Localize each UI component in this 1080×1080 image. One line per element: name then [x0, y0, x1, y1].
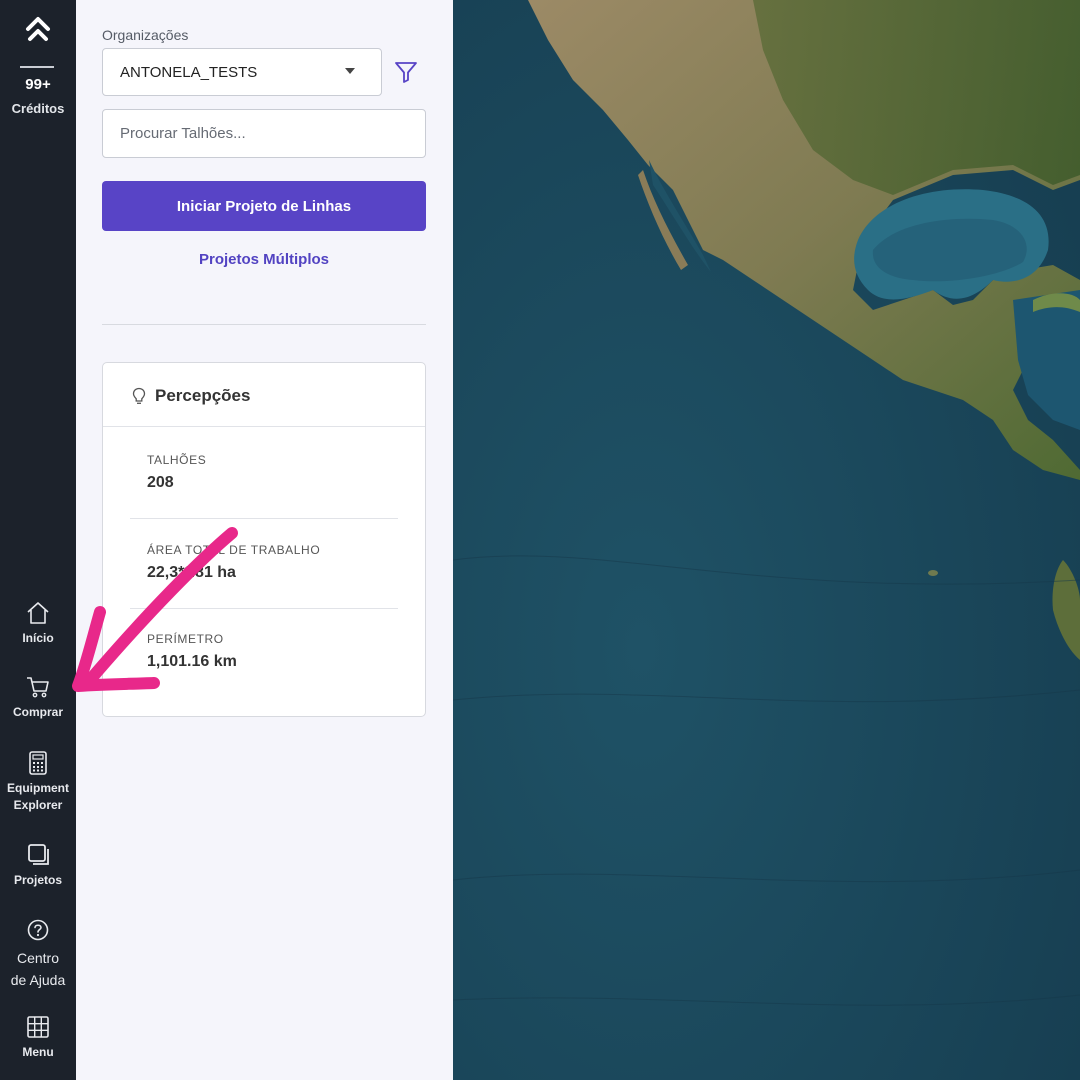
- app-logo-icon[interactable]: [24, 14, 52, 44]
- side-panel: Organizações ANTONELA_TESTS Iniciar Proj…: [76, 0, 453, 1080]
- stat-perimeter: PERÍMETRO 1,101.16 km: [147, 632, 237, 671]
- stat-total-area: ÁREA TOTAL DE TRABALHO 22,3**.81 ha: [147, 543, 320, 582]
- nav-label-inicio: Início: [22, 631, 54, 645]
- nav-label-centro-de-ajuda: Centro de Ajuda: [10, 950, 66, 988]
- insights-card: Percepções TALHÕES 208 ÁREA TOTAL DE TRA…: [102, 362, 426, 717]
- stat-fields: TALHÕES 208: [147, 453, 206, 492]
- search-fields-input[interactable]: [102, 109, 426, 158]
- nav-item-comprar[interactable]: Comprar: [0, 674, 76, 721]
- nav-item-menu[interactable]: Menu: [0, 1014, 76, 1061]
- help-icon: [27, 919, 49, 941]
- filter-icon[interactable]: [394, 60, 418, 84]
- stat-label: PERÍMETRO: [147, 632, 224, 646]
- map-imagery: [453, 0, 1080, 1080]
- stat-divider: [130, 518, 398, 519]
- calculator-icon: [29, 751, 47, 775]
- start-lines-project-button[interactable]: Iniciar Projeto de Linhas: [102, 181, 426, 231]
- rail-divider: [20, 66, 54, 68]
- stat-value: 1,101.16 km: [147, 653, 237, 670]
- organization-label: Organizações: [102, 27, 189, 43]
- nav-label-equipment-explorer: Equipment Explorer: [7, 781, 69, 812]
- grid-icon: [27, 1016, 49, 1038]
- credits-label[interactable]: Créditos: [0, 101, 76, 116]
- lightbulb-icon: [132, 387, 146, 404]
- cart-icon: [27, 677, 49, 698]
- nav-item-centro-de-ajuda[interactable]: Centro de Ajuda: [0, 917, 76, 991]
- organization-select[interactable]: ANTONELA_TESTS: [102, 48, 382, 96]
- projects-icon: [28, 844, 49, 865]
- insights-card-header: Percepções: [103, 363, 425, 427]
- stat-divider: [130, 608, 398, 609]
- nav-item-inicio[interactable]: Início: [0, 600, 76, 647]
- credits-count[interactable]: 99+: [0, 76, 76, 93]
- nav-label-projetos: Projetos: [13, 873, 62, 887]
- nav-item-projetos[interactable]: Projetos: [0, 842, 76, 889]
- stat-label: ÁREA TOTAL DE TRABALHO: [147, 543, 321, 557]
- home-icon: [27, 602, 49, 624]
- left-nav-rail: 99+ Créditos Início Comprar Equipment Ex…: [0, 0, 76, 1080]
- organization-value: ANTONELA_TESTS: [120, 64, 258, 81]
- nav-item-equipment-explorer[interactable]: Equipment Explorer: [0, 750, 76, 814]
- satellite-map[interactable]: [453, 0, 1080, 1080]
- insights-title: Percepções: [155, 386, 251, 405]
- nav-label-menu: Menu: [22, 1045, 54, 1059]
- section-divider: [102, 324, 426, 325]
- multiple-projects-link[interactable]: Projetos Múltiplos: [102, 251, 426, 268]
- stat-value: 208: [147, 474, 174, 491]
- stat-label: TALHÕES: [147, 453, 207, 467]
- stat-value: 22,3**.81 ha: [147, 564, 236, 581]
- nav-label-comprar: Comprar: [12, 705, 63, 719]
- caret-down-icon: [345, 68, 355, 74]
